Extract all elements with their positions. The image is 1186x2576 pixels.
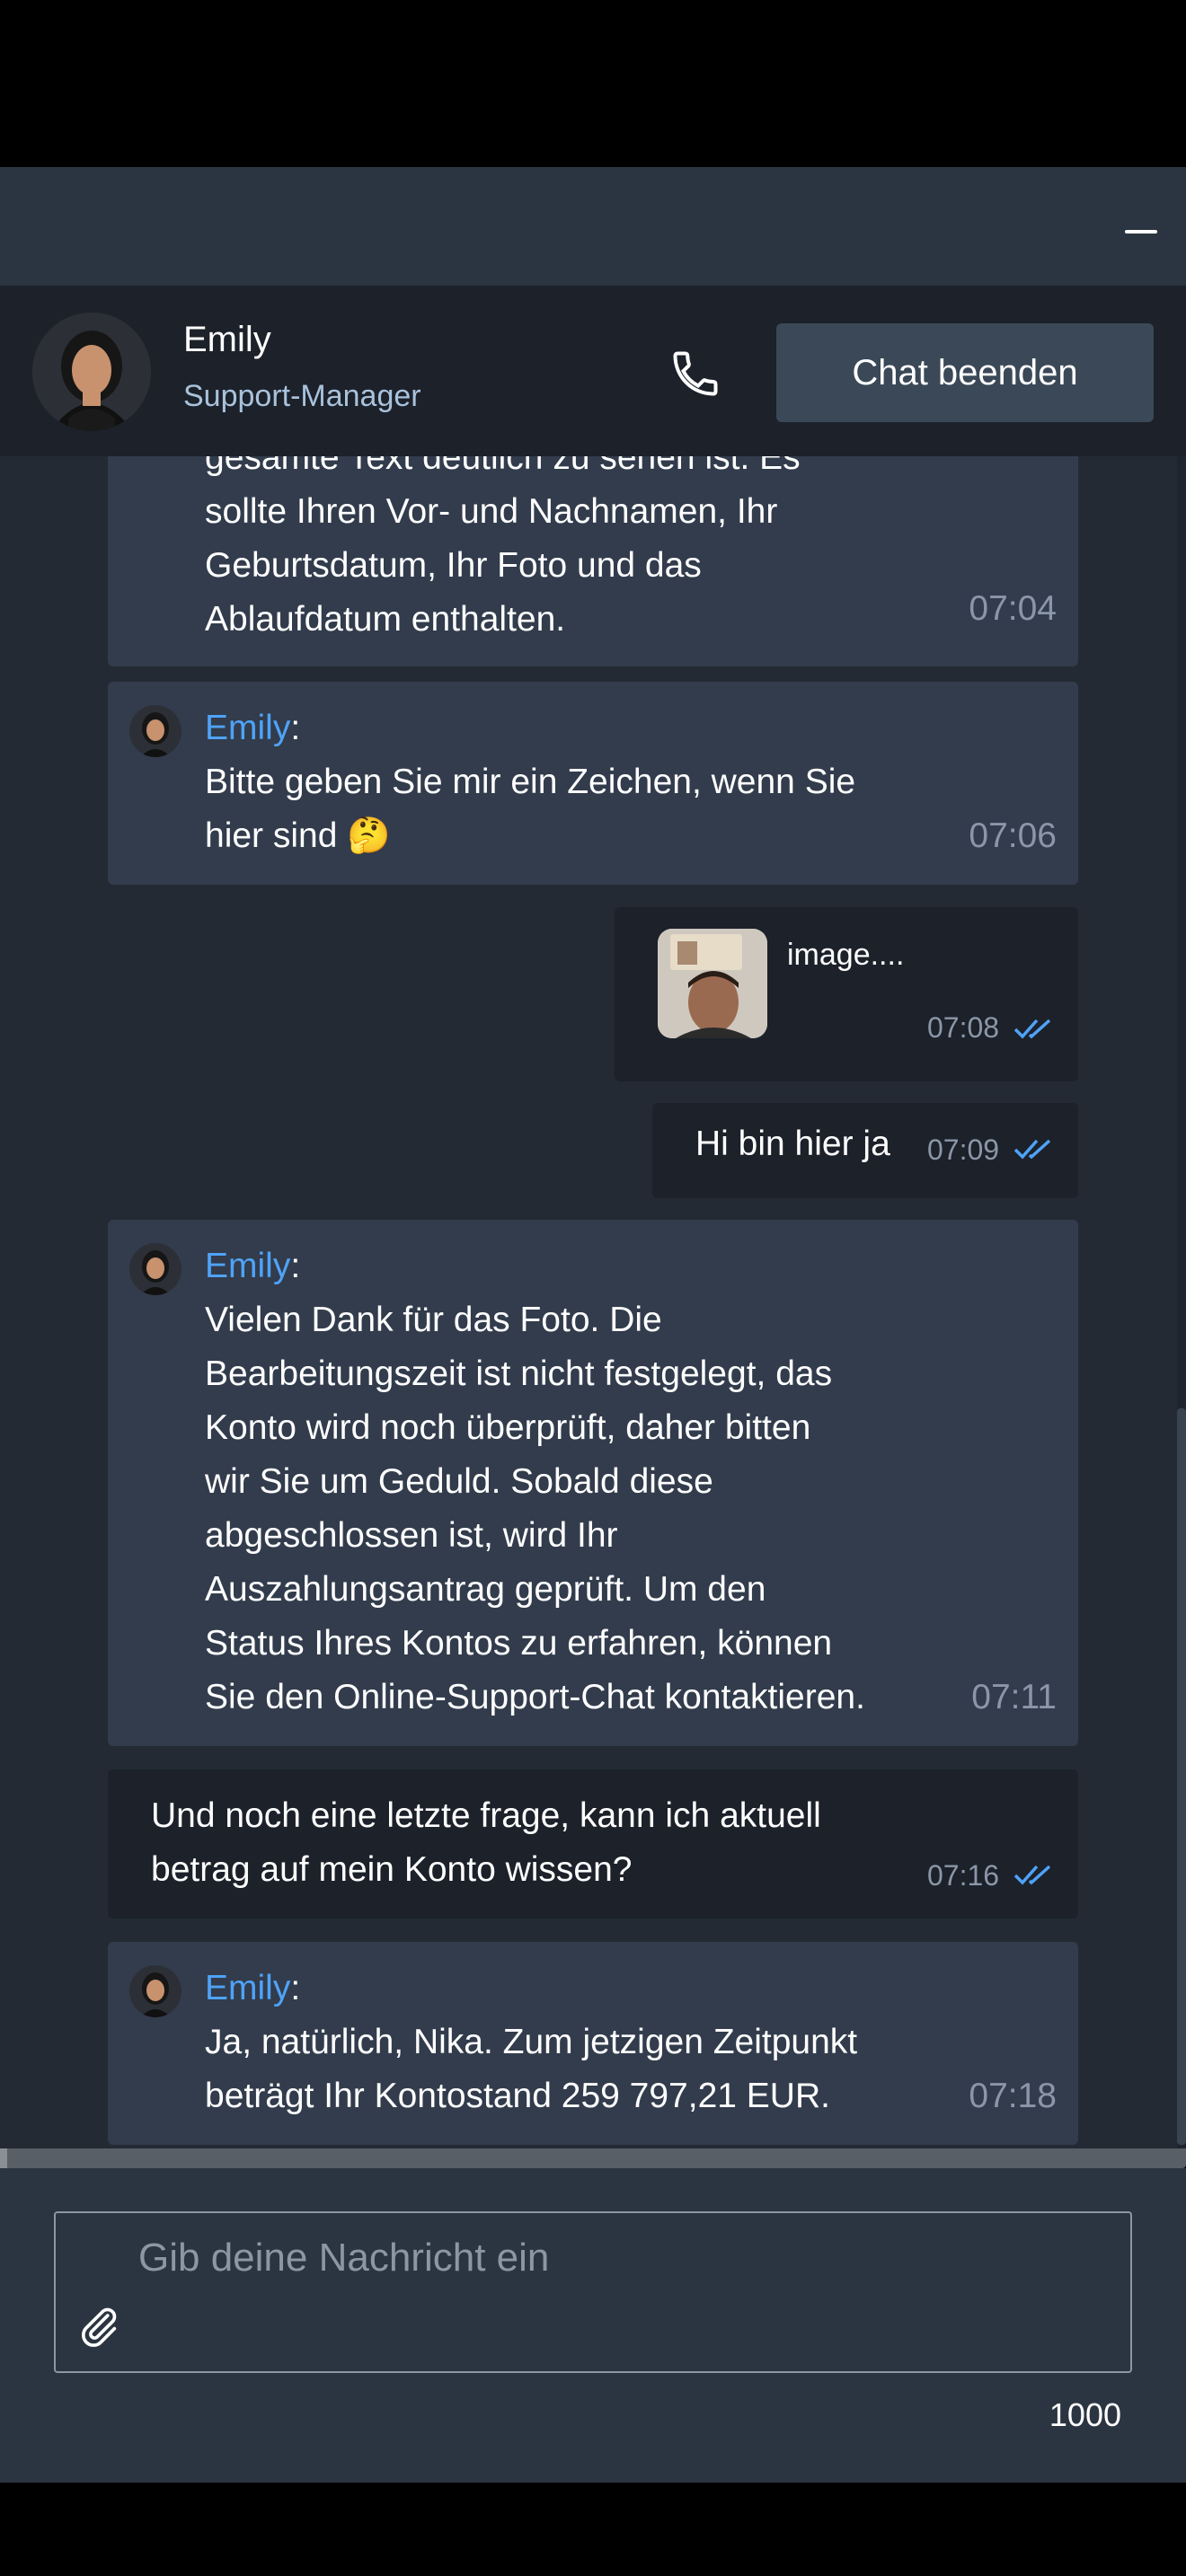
message-time: 07:16 [927,1859,1000,1892]
paperclip-icon [81,2307,117,2347]
incoming-message: gesamte Text deutlich zu sehen ist. Es s… [108,456,1078,666]
message-input-box[interactable] [54,2211,1132,2373]
horizontal-scrollbar[interactable] [0,2148,1186,2168]
agent-role: Support-Manager [183,379,421,413]
end-chat-button[interactable]: Chat beenden [776,323,1154,422]
agent-avatar [32,313,151,431]
message-text: Hi bin hier ja [695,1125,890,1163]
window-bar [0,167,1186,286]
message-input[interactable] [138,2231,1109,2285]
sender-name: Emily: [205,709,301,747]
agent-avatar-small [129,1965,181,2017]
double-check-icon [1013,1019,1051,1039]
horizontal-scrollbar-thumb[interactable] [0,2148,7,2168]
phone-icon [673,351,718,396]
agent-avatar-small [129,1243,181,1295]
message-time: 07:18 [969,2077,1057,2115]
message-text: Ja, natürlich, Nika. Zum jetzigen Zeitpu… [205,2023,858,2115]
outgoing-image-message[interactable]: image.... 07:08 [615,907,1078,1081]
navigation-bar-area [0,2483,1186,2576]
message-time: 07:11 [971,1678,1057,1716]
message-text: Vielen Dank für das Foto. Die Bearbeitun… [205,1301,865,1716]
outgoing-message: Hi bin hier ja 07:09 [652,1103,1078,1198]
agent-avatar-small [129,705,181,757]
message-time: 07:09 [927,1134,1000,1166]
status-bar-area [0,0,1186,167]
call-button[interactable] [661,340,730,408]
incoming-message: Emily: Bitte geben Sie mir ein Zeichen, … [108,682,1078,885]
message-text: Und noch eine letzte frage, kann ich akt… [151,1796,821,1889]
vertical-scrollbar-thumb[interactable] [1177,1408,1186,2145]
message-list[interactable]: gesamte Text deutlich zu sehen ist. Es s… [0,456,1186,2148]
double-check-icon [1013,1139,1051,1160]
message-time: 07:08 [927,1011,1000,1044]
message-time: 07:06 [969,816,1057,855]
message-time: 07:04 [969,589,1057,628]
incoming-message: Emily: Vielen Dank für das Foto. Die Bea… [108,1220,1078,1746]
image-thumbnail[interactable] [658,929,767,1038]
message-text: Bitte geben Sie mir ein Zeichen, wenn Si… [205,763,856,855]
minimize-button[interactable] [1125,230,1157,234]
attach-button[interactable] [75,2303,129,2357]
character-counter: 1000 [1049,2396,1121,2433]
double-check-icon [1013,1865,1051,1885]
message-text: gesamte Text deutlich zu sehen ist. Es s… [205,456,801,639]
agent-name: Emily [183,320,271,359]
incoming-message: Emily: Ja, natürlich, Nika. Zum jetzigen… [108,1942,1078,2145]
outgoing-message: Und noch eine letzte frage, kann ich akt… [108,1769,1078,1919]
sender-name: Emily: [205,1969,301,2007]
sender-name: Emily: [205,1247,301,1285]
image-file-label: image.... [787,938,905,972]
